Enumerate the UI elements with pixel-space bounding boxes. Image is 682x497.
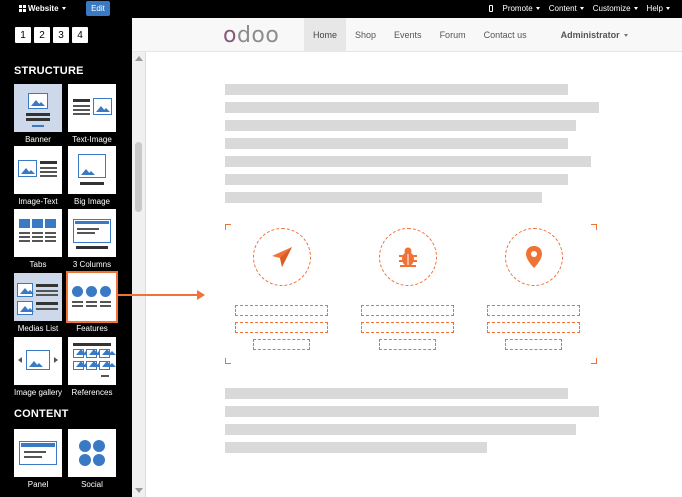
placeholder-line [225,84,568,95]
feature-text-placeholder [361,322,454,333]
nav-shop[interactable]: Shop [346,18,385,52]
map-marker-icon [526,246,542,268]
placeholder-line [225,406,599,417]
snippet-image-gallery[interactable]: Image gallery [14,337,62,397]
nav-events[interactable]: Events [385,18,431,52]
placeholder-line [225,174,568,185]
feature-title-placeholder [487,305,580,316]
drag-arrow-head-icon [197,290,205,300]
snippet-3-columns[interactable]: 3 Columns [68,209,116,269]
placeholder-line [225,388,568,399]
image-gallery-thumbnail [14,337,62,385]
snippet-tabs[interactable]: Tabs [14,209,62,269]
feature-button-placeholder [253,339,310,350]
snippet-medias-list[interactable]: Medias List [14,273,62,333]
snippet-label: Banner [25,135,51,144]
snippet-social[interactable]: Social [68,429,116,489]
user-menu[interactable]: Administrator [552,18,637,52]
placeholder-line [225,138,568,149]
medias-list-thumbnail [14,273,62,321]
big-image-thumbnail [68,146,116,194]
snippet-label: Text-Image [72,135,112,144]
snippet-label: Image gallery [14,388,63,397]
placeholder-line [225,102,599,113]
placeholder-line [225,192,542,203]
snippet-features[interactable]: Features [66,271,118,333]
snippet-label: References [71,388,113,397]
snippet-label: Panel [27,480,49,489]
logo-first-letter: o [223,23,237,48]
site-navbar: odoo Home Shop Events Forum Contact us A… [132,18,682,52]
snippet-big-image[interactable]: Big Image [68,146,116,206]
references-thumbnail [68,337,116,385]
snippet-label: Big Image [73,197,111,206]
help-menu[interactable]: Help [647,4,670,13]
scrollbar-thumb[interactable] [135,142,142,212]
snippet-banner[interactable]: Banner [14,84,62,144]
website-menu-label: Website [28,4,66,13]
mobile-preview-icon[interactable] [489,5,494,12]
content-menu[interactable]: Content [549,4,584,13]
feature-title-placeholder [361,305,454,316]
snippet-image-text[interactable]: Image-Text [14,146,62,206]
edit-button[interactable]: Edit [86,1,110,16]
grid-icon [19,5,26,12]
tabs-thumbnail [14,209,62,257]
site-nav: Home Shop Events Forum Contact us Admini… [304,18,637,52]
feature-title-placeholder [235,305,328,316]
admin-topbar: Website Edit Promote Content Customize H… [0,0,682,18]
promote-menu[interactable]: Promote [502,4,539,13]
bug-icon [399,247,417,267]
snippet-sidebar: 1 2 3 4 STRUCTURE Banner Text-Image Imag… [0,18,132,497]
text-image-thumbnail [68,84,116,132]
feature-button-placeholder [505,339,562,350]
content-heading: CONTENT [14,408,69,420]
scroll-up-arrow-icon[interactable] [135,56,143,61]
page-3-button[interactable]: 3 [53,27,69,43]
features-thumbnail [66,271,118,323]
banner-thumbnail [14,84,62,132]
scroll-down-arrow-icon[interactable] [135,488,143,493]
website-menu[interactable]: Website [19,4,66,13]
customize-menu[interactable]: Customize [593,4,638,13]
snippet-label: Image-Text [18,197,58,206]
nav-forum[interactable]: Forum [431,18,475,52]
feature-icon-circle [253,228,311,286]
snippet-label: 3 Columns [72,260,112,269]
feature-icon-circle [379,228,437,286]
feature-text-placeholder [487,322,580,333]
structure-heading: STRUCTURE [14,65,84,77]
paper-plane-icon [272,247,292,267]
nav-contact-us[interactable]: Contact us [475,18,536,52]
snippet-label: Medias List [17,324,59,333]
page-2-button[interactable]: 2 [34,27,50,43]
panel-thumbnail [14,429,62,477]
nav-home[interactable]: Home [304,18,347,52]
snippet-label: Tabs [29,260,47,269]
features-drop-zone[interactable] [225,224,597,364]
feature-button-placeholder [379,339,436,350]
snippet-references[interactable]: References [68,337,116,397]
snippet-label: Features [76,324,108,333]
snippet-panel[interactable]: Panel [14,429,62,489]
placeholder-line [225,156,591,167]
odoo-logo[interactable]: odoo [223,23,279,48]
snippet-label: Social [81,480,103,489]
page-selector: 1 2 3 4 [15,27,88,43]
page-1-button[interactable]: 1 [15,27,31,43]
feature-text-placeholder [235,322,328,333]
preview-scrollbar[interactable] [132,52,146,497]
3-columns-thumbnail [68,209,116,257]
social-thumbnail [68,429,116,477]
drag-arrow-line [116,294,199,296]
image-text-thumbnail [14,146,62,194]
placeholder-line [225,120,576,131]
website-preview: odoo Home Shop Events Forum Contact us A… [132,18,682,497]
snippet-text-image[interactable]: Text-Image [68,84,116,144]
feature-icon-circle [505,228,563,286]
placeholder-line [225,424,576,435]
logo-rest: doo [236,23,280,48]
page-4-button[interactable]: 4 [72,27,88,43]
placeholder-line [225,442,487,453]
